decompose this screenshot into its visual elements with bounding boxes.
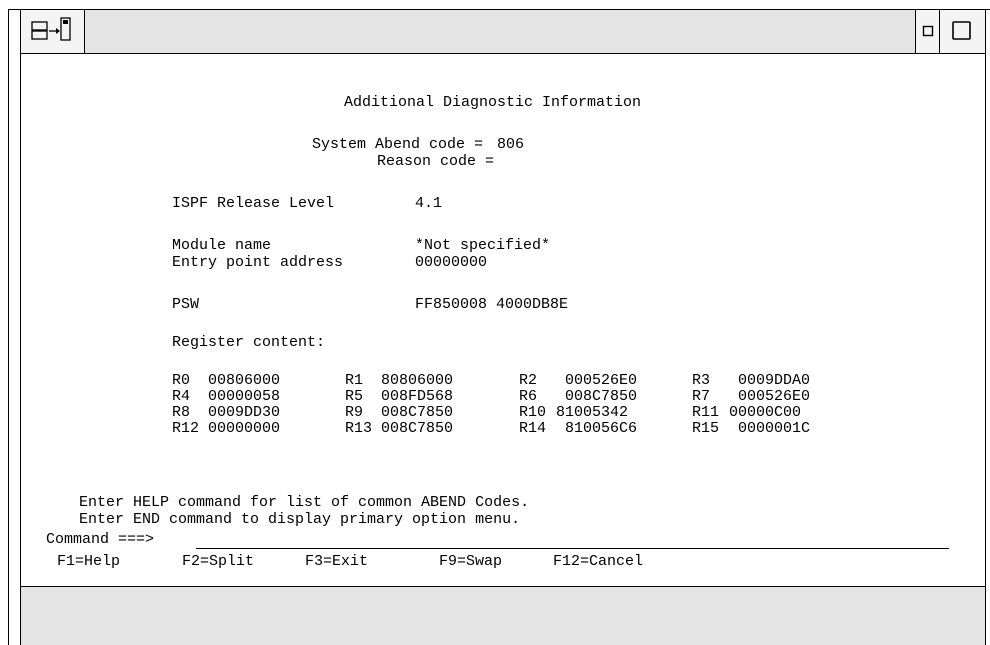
register-value: 81005342 bbox=[556, 404, 629, 421]
reason-code-label: Reason code = bbox=[377, 153, 495, 170]
register-value: 00000C00 bbox=[729, 404, 802, 421]
register-value: 00000000 bbox=[208, 420, 281, 437]
page-title: Additional Diagnostic Information bbox=[344, 94, 642, 111]
maximize-square-icon bbox=[952, 21, 971, 40]
f3-exit-key[interactable]: F3=Exit bbox=[305, 553, 368, 570]
status-bar bbox=[20, 586, 986, 645]
end-message: Enter END command to display primary opt… bbox=[79, 511, 521, 528]
register-name: R10 bbox=[519, 404, 547, 421]
register-row: R12 00000000 R13 008C7850 R14 810056C6 R… bbox=[172, 421, 872, 437]
f2-split-key[interactable]: F2=Split bbox=[182, 553, 254, 570]
register-value: 000526E0 bbox=[738, 388, 811, 405]
system-abend-value: 806 bbox=[497, 136, 525, 153]
command-label: Command ===> bbox=[46, 531, 155, 548]
f12-cancel-key[interactable]: F12=Cancel bbox=[553, 553, 643, 570]
system-abend-label: System Abend code = bbox=[312, 136, 484, 153]
register-name: R12 bbox=[172, 420, 200, 437]
top-toolbar bbox=[20, 9, 986, 54]
register-value: 008C7850 bbox=[565, 388, 638, 405]
register-row: R8 0009DD30 R9 008C7850 R10 81005342 R11… bbox=[172, 405, 872, 421]
register-value: 80806000 bbox=[381, 372, 454, 389]
register-row: R4 00000058 R5 008FD568 R6 008C7850 R7 0… bbox=[172, 389, 872, 405]
register-name: R5 bbox=[345, 388, 364, 405]
entry-point-value: 00000000 bbox=[415, 254, 488, 271]
entry-point-label: Entry point address bbox=[172, 254, 344, 271]
module-name-label: Module name bbox=[172, 237, 272, 254]
session-transfer-icon bbox=[31, 17, 71, 41]
register-value: 0009DD30 bbox=[208, 404, 281, 421]
release-level-value: 4.1 bbox=[415, 195, 443, 212]
release-level-label: ISPF Release Level bbox=[172, 195, 335, 212]
psw-value: FF850008 4000DB8E bbox=[415, 296, 569, 313]
register-value: 008FD568 bbox=[381, 388, 454, 405]
register-name: R7 bbox=[692, 388, 711, 405]
register-name: R8 bbox=[172, 404, 191, 421]
register-heading: Register content: bbox=[172, 334, 326, 351]
register-value: 000526E0 bbox=[565, 372, 638, 389]
f1-help-key[interactable]: F1=Help bbox=[57, 553, 120, 570]
register-name: R6 bbox=[519, 388, 538, 405]
f9-swap-key[interactable]: F9=Swap bbox=[439, 553, 502, 570]
register-value: 0009DDA0 bbox=[738, 372, 811, 389]
minimize-button[interactable] bbox=[915, 10, 939, 53]
register-name: R0 bbox=[172, 372, 191, 389]
psw-label: PSW bbox=[172, 296, 200, 313]
register-name: R11 bbox=[692, 404, 720, 421]
register-name: R1 bbox=[345, 372, 364, 389]
minimize-square-icon bbox=[922, 25, 934, 37]
register-name: R13 bbox=[345, 420, 373, 437]
register-name: R3 bbox=[692, 372, 711, 389]
help-message: Enter HELP command for list of common AB… bbox=[79, 494, 530, 511]
register-table: R0 00806000 R1 80806000 R2 000526E0 R3 0… bbox=[172, 373, 872, 437]
maximize-button[interactable] bbox=[939, 10, 985, 53]
register-value: 810056C6 bbox=[565, 420, 638, 437]
command-underline bbox=[196, 548, 949, 549]
register-value: 00000058 bbox=[208, 388, 281, 405]
session-button[interactable] bbox=[21, 10, 85, 53]
register-row: R0 00806000 R1 80806000 R2 000526E0 R3 0… bbox=[172, 373, 872, 389]
register-name: R4 bbox=[172, 388, 191, 405]
register-name: R15 bbox=[692, 420, 720, 437]
register-name: R2 bbox=[519, 372, 538, 389]
register-value: 008C7850 bbox=[381, 420, 454, 437]
register-value: 0000001C bbox=[738, 420, 811, 437]
command-input[interactable] bbox=[198, 532, 948, 548]
register-name: R14 bbox=[519, 420, 547, 437]
module-name-value: *Not specified* bbox=[415, 237, 551, 254]
register-name: R9 bbox=[345, 404, 364, 421]
register-value: 008C7850 bbox=[381, 404, 454, 421]
register-value: 00806000 bbox=[208, 372, 281, 389]
